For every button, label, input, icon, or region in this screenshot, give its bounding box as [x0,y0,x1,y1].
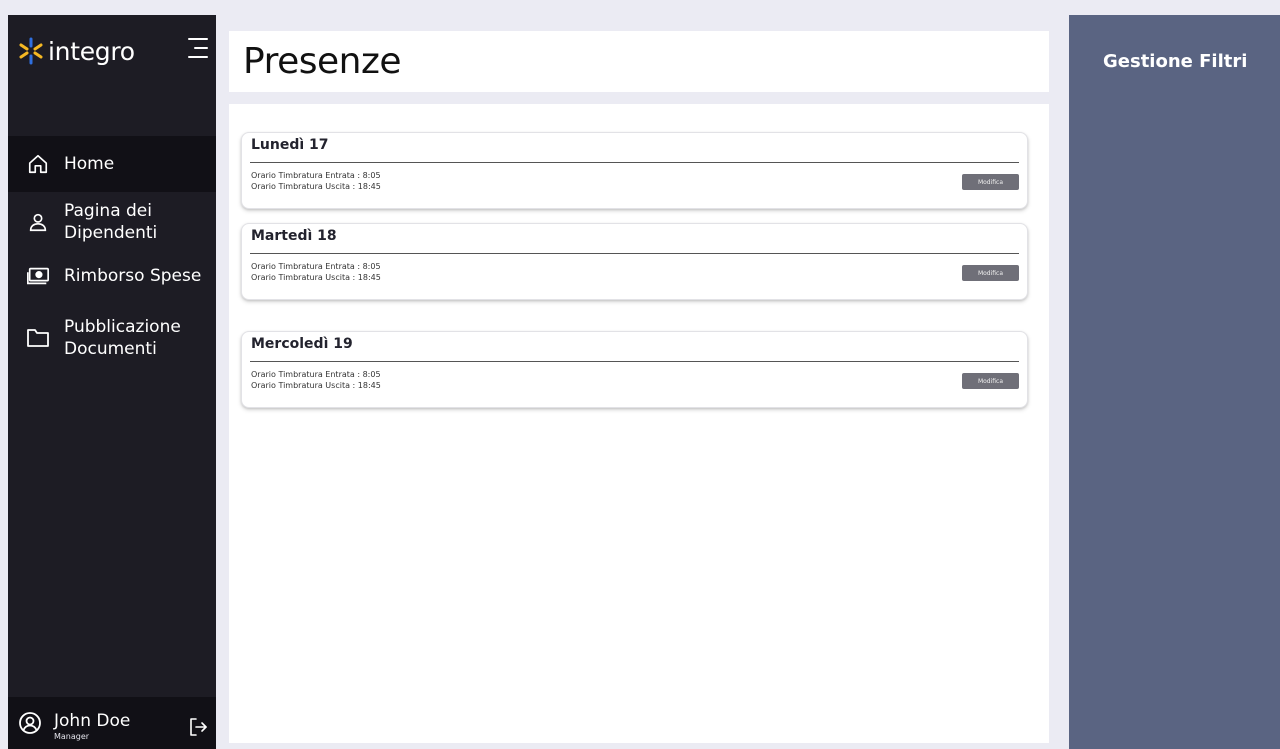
exit-time: Orario Timbratura Uscita : 18:45 [251,273,381,282]
sidebar-item-label: Pubblicazione Documenti [64,317,181,359]
spark-logo-icon [19,37,43,65]
sidebar-item-label: Pagina dei Dipendenti [64,201,158,243]
divider [250,361,1019,362]
sidebar-item-home[interactable]: Home [8,136,216,192]
user-role: Manager [54,732,90,741]
folder-icon [24,324,52,352]
day-title: Mercoledì 19 [251,336,353,352]
brand[interactable]: integro [18,31,135,71]
sidebar-item-rimborso[interactable]: Rimborso Spese [8,252,216,300]
entry-time: Orario Timbratura Entrata : 8:05 [251,262,381,271]
money-icon [24,262,52,290]
edit-button[interactable]: Modifica [962,174,1019,190]
app-frame: integro Home Pagina dei Dipendenti Rimbo… [0,0,1280,749]
logout-icon[interactable] [188,717,208,737]
sidebar: integro Home Pagina dei Dipendenti Rimbo… [8,15,216,749]
day-title: Lunedì 17 [251,137,329,153]
menu-toggle-icon[interactable] [186,35,210,61]
day-card: Martedì 18 Orario Timbratura Entrata : 8… [241,223,1028,300]
edit-button[interactable]: Modifica [962,373,1019,389]
entry-time: Orario Timbratura Entrata : 8:05 [251,171,381,180]
sidebar-item-label: Rimborso Spese [64,266,202,286]
user-icon [24,208,52,236]
brand-name: integro [48,36,135,66]
attendance-list: Lunedì 17 Orario Timbratura Entrata : 8:… [229,104,1049,743]
user-avatar-icon[interactable] [18,711,42,735]
sidebar-item-documenti[interactable]: Pubblicazione Documenti [8,300,216,376]
user-name: John Doe [54,711,131,731]
sidebar-nav: Home Pagina dei Dipendenti Rimborso Spes… [8,136,216,376]
divider [250,162,1019,163]
home-icon [24,150,52,178]
day-card: Mercoledì 19 Orario Timbratura Entrata :… [241,331,1028,408]
filters-panel: Gestione Filtri [1069,15,1280,749]
edit-button[interactable]: Modifica [962,265,1019,281]
exit-time: Orario Timbratura Uscita : 18:45 [251,182,381,191]
divider [250,253,1019,254]
page-header: Presenze [229,31,1049,92]
entry-time: Orario Timbratura Entrata : 8:05 [251,370,381,379]
day-card: Lunedì 17 Orario Timbratura Entrata : 8:… [241,132,1028,209]
page-title: Presenze [243,41,402,82]
sidebar-item-label: Home [64,154,115,174]
filters-title: Gestione Filtri [1103,51,1248,72]
user-bar: John Doe Manager [8,697,216,749]
day-title: Martedì 18 [251,228,337,244]
sidebar-item-dipendenti[interactable]: Pagina dei Dipendenti [8,192,216,252]
exit-time: Orario Timbratura Uscita : 18:45 [251,381,381,390]
